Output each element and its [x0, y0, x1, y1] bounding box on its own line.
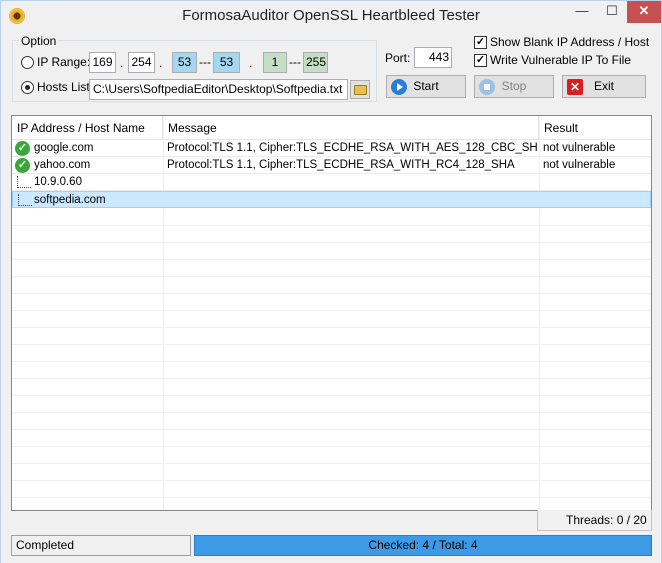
browse-button[interactable] [350, 80, 370, 99]
window-title: FormosaAuditor OpenSSL Heartbleed Tester [182, 7, 480, 24]
column-header-result[interactable]: Result [539, 116, 651, 140]
hosts-list-label: Hosts List: [37, 80, 94, 94]
column-header-host[interactable]: IP Address / Host Name [12, 116, 163, 140]
ip-start-octet-3[interactable]: 53 [172, 52, 197, 73]
hosts-list-radio[interactable] [21, 81, 34, 94]
title-bar: FormosaAuditor OpenSSL Heartbleed Tester… [1, 1, 661, 31]
grid-line [12, 395, 651, 396]
exit-button[interactable]: ✕ Exit [562, 75, 646, 98]
listview-header: IP Address / Host Name Message Result [12, 116, 651, 140]
table-row[interactable]: ✓ google.com Protocol:TLS 1.1, Cipher:TL… [12, 140, 651, 157]
show-blank-label: Show Blank IP Address / Host [490, 35, 650, 49]
stop-button[interactable]: Stop [474, 75, 554, 98]
port-input[interactable]: 443 [414, 47, 452, 68]
grid-line [12, 497, 651, 498]
threads-counter: Threads: 0 / 20 [537, 510, 652, 531]
ip-range-dash-2: --- [289, 55, 301, 69]
grid-line [12, 242, 651, 243]
start-button-label: Start [413, 79, 439, 93]
cell-message [167, 174, 537, 191]
ip-range-label: IP Range: [37, 55, 91, 69]
cell-result [543, 174, 649, 191]
ip-range-dash-1: --- [199, 55, 211, 69]
status-bar: Completed Checked: 4 / Total: 4 [1, 533, 661, 563]
grid-line [12, 327, 651, 328]
grid-line [12, 429, 651, 430]
ip-end-octet-3[interactable]: 53 [213, 52, 240, 73]
check-icon: ✓ [15, 158, 30, 173]
write-vulnerable-checkbox[interactable]: ✓ [474, 54, 487, 67]
ip-start-octet-1[interactable]: 169 [89, 52, 116, 73]
grid-line [12, 276, 651, 277]
grid-line [12, 225, 651, 226]
cell-host: google.com [34, 142, 94, 154]
stop-button-label: Stop [501, 79, 527, 93]
exit-button-label: Exit [593, 79, 614, 93]
cell-result: not vulnerable [543, 159, 616, 171]
start-button[interactable]: Start [386, 75, 466, 98]
table-row[interactable]: softpedia.com [12, 191, 651, 208]
maximize-button[interactable]: ☐ [597, 1, 627, 23]
table-row[interactable]: ✓ yahoo.com Protocol:TLS 1.1, Cipher:TLS… [12, 157, 651, 174]
blank-icon [18, 194, 32, 206]
table-row[interactable]: 10.9.0.60 [12, 174, 651, 191]
grid-line [12, 293, 651, 294]
progress-bar: Checked: 4 / Total: 4 [194, 535, 652, 556]
app-window: FormosaAuditor OpenSSL Heartbleed Tester… [0, 0, 662, 563]
grid-line [12, 412, 651, 413]
ip-dot-1: . [120, 56, 124, 70]
option-group-label: Option [19, 34, 59, 48]
grid-line [12, 463, 651, 464]
status-text: Completed [11, 535, 191, 556]
check-icon: ✓ [15, 141, 30, 156]
grid-line [12, 310, 651, 311]
grid-line [12, 259, 651, 260]
ip-start-octet-4[interactable]: 1 [263, 52, 287, 73]
cell-result: not vulnerable [543, 142, 616, 154]
cell-host: 10.9.0.60 [34, 176, 82, 188]
grid-line [12, 378, 651, 379]
cell-result [543, 192, 649, 209]
ip-dot-3: . [249, 56, 253, 70]
grid-line [12, 361, 651, 362]
ip-start-octet-2[interactable]: 254 [128, 52, 155, 73]
cell-message [167, 192, 537, 209]
write-vulnerable-label: Write Vulnerable IP To File [490, 53, 631, 67]
cell-host: softpedia.com [34, 194, 106, 206]
ip-range-radio[interactable] [21, 56, 34, 69]
cell-message: Protocol:TLS 1.1, Cipher:TLS_ECDHE_RSA_W… [167, 142, 537, 154]
ip-end-octet-4[interactable]: 255 [303, 52, 328, 73]
minimize-button[interactable]: — [567, 1, 597, 23]
cell-message: Protocol:TLS 1.1, Cipher:TLS_ECDHE_RSA_W… [167, 159, 515, 171]
grid-line [12, 344, 651, 345]
port-label: Port: [385, 51, 411, 65]
close-button[interactable]: ✕ [627, 1, 661, 23]
ip-dot-2: . [159, 56, 163, 70]
grid-line [12, 446, 651, 447]
column-header-message[interactable]: Message [163, 116, 539, 140]
cell-host: yahoo.com [34, 159, 91, 171]
show-blank-checkbox[interactable]: ✓ [474, 36, 487, 49]
grid-line [12, 480, 651, 481]
results-listview[interactable]: IP Address / Host Name Message Result ✓ … [11, 115, 652, 511]
blank-icon [17, 176, 31, 188]
hosts-list-path-input[interactable]: C:\Users\SoftpediaEditor\Desktop\Softped… [89, 79, 348, 100]
folder-open-icon [354, 85, 367, 95]
